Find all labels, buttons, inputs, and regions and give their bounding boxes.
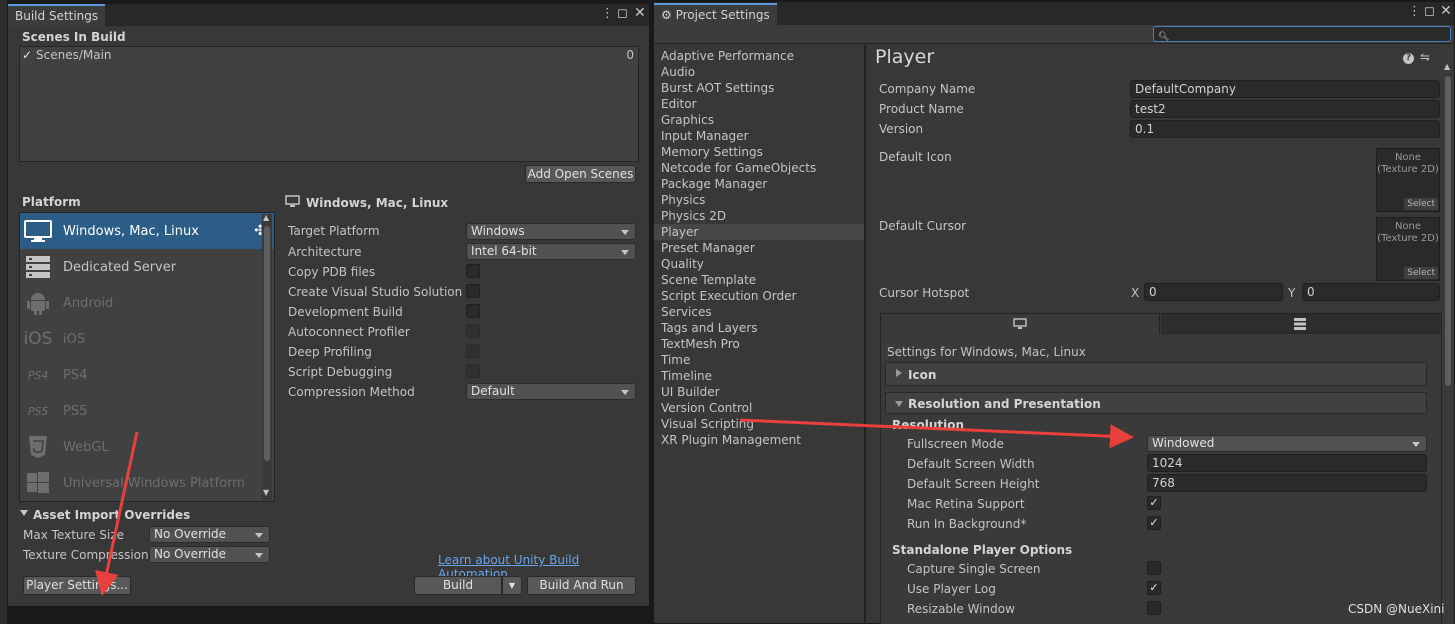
- arrow-to-player-settings: [95, 431, 139, 596]
- arrow-to-fullscreen-mode: [739, 418, 1134, 449]
- annotation-arrows: [95, 418, 1134, 596]
- watermark: CSDN @NueXini: [1348, 602, 1445, 616]
